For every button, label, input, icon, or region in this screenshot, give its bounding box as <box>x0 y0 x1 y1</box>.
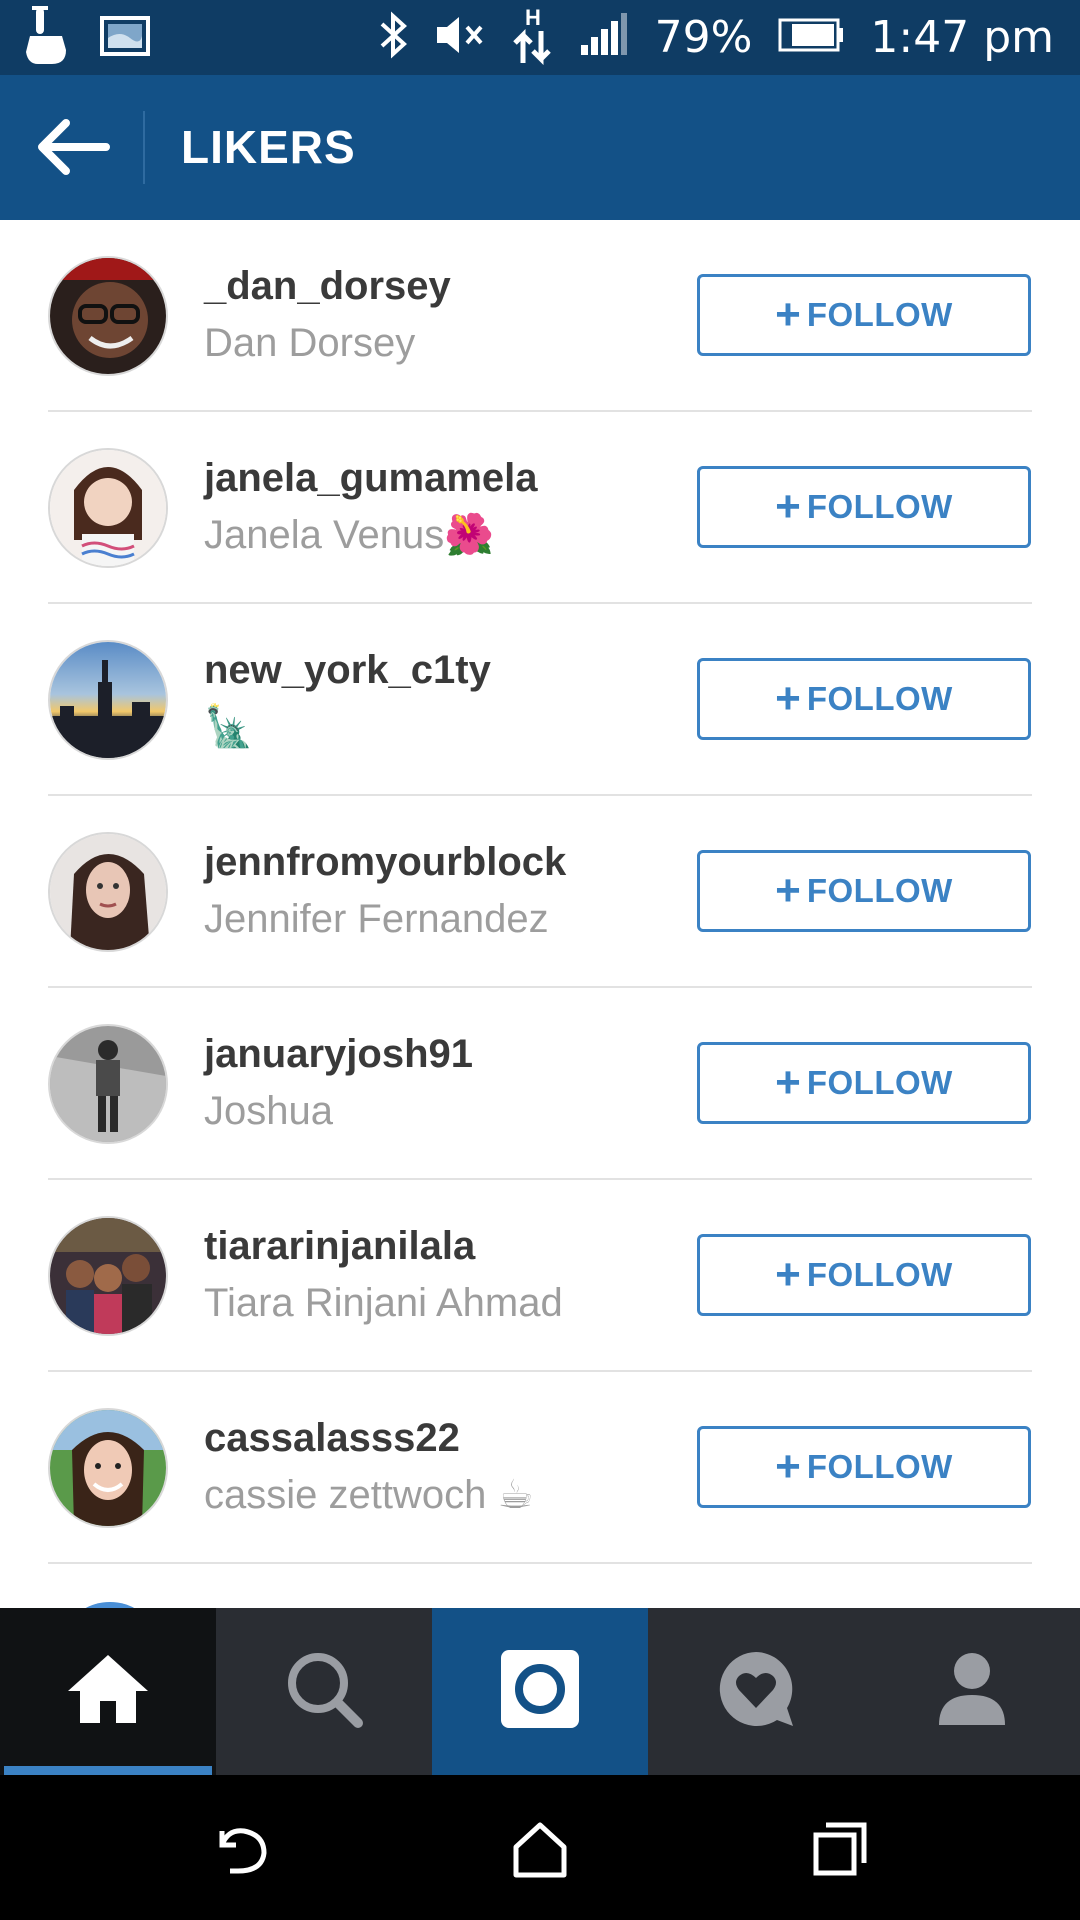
list-item[interactable]: cassalasss22 cassie zettwoch ☕ + FOLLOW <box>0 1372 1080 1564</box>
full-name: Janela Venus🌺 <box>204 513 495 557</box>
plus-icon: + <box>775 290 801 339</box>
follow-button[interactable]: + FOLLOW <box>697 1042 1031 1124</box>
activity-icon <box>715 1648 797 1735</box>
avatar[interactable] <box>48 832 168 952</box>
list-item[interactable]: new_york_c1ty 🗽 + FOLLOW <box>0 604 1080 796</box>
active-tab-indicator <box>4 1766 212 1775</box>
tab-camera[interactable] <box>432 1608 648 1775</box>
avatar[interactable] <box>48 1024 168 1144</box>
plus-icon: + <box>775 1442 801 1491</box>
follow-button[interactable]: + FOLLOW <box>697 466 1031 548</box>
full-name: Joshua <box>204 1089 333 1133</box>
follow-button[interactable]: + FOLLOW <box>697 658 1031 740</box>
plus-icon: + <box>775 674 801 723</box>
system-nav-bar <box>0 1775 1080 1920</box>
bottom-nav <box>0 1608 1080 1775</box>
app-header: LIKERS <box>0 75 1080 220</box>
list-item[interactable]: _dan_dorsey Dan Dorsey + FOLLOW <box>0 220 1080 412</box>
avatar[interactable] <box>48 1408 168 1528</box>
full-name: Jennifer Fernandez <box>204 897 549 941</box>
signal-icon <box>579 13 629 62</box>
username[interactable]: jennfromyourblock <box>204 838 566 886</box>
battery-percent: 79% <box>654 12 753 63</box>
recents-icon <box>808 1822 872 1885</box>
follow-button[interactable]: + FOLLOW <box>697 1426 1031 1508</box>
username[interactable]: cassalasss22 <box>204 1414 460 1462</box>
home-icon <box>66 1651 150 1732</box>
follow-button[interactable]: + FOLLOW <box>697 1234 1031 1316</box>
system-home-button[interactable] <box>508 1817 572 1881</box>
camera-icon <box>501 1650 579 1733</box>
follow-button[interactable]: + FOLLOW <box>697 274 1031 356</box>
list-item[interactable]: jennfromyourblock Jennifer Fernandez + F… <box>0 796 1080 988</box>
arrow-left-icon <box>34 119 110 183</box>
tab-home[interactable] <box>0 1608 216 1775</box>
list-item[interactable]: januaryjosh91 Joshua + FOLLOW <box>0 988 1080 1180</box>
plus-icon: + <box>775 866 801 915</box>
hspa-data-icon: H <box>512 5 553 70</box>
avatar[interactable] <box>48 448 168 568</box>
avatar[interactable] <box>48 640 168 760</box>
follow-button[interactable]: + FOLLOW <box>697 850 1031 932</box>
system-back-button[interactable] <box>208 1817 272 1881</box>
divider <box>48 1562 1032 1564</box>
touch-icon <box>22 5 70 71</box>
search-icon <box>284 1649 364 1734</box>
username[interactable]: new_york_c1ty <box>204 646 491 694</box>
tab-search[interactable] <box>216 1608 432 1775</box>
full-name: Dan Dorsey <box>204 321 416 365</box>
page-title: LIKERS <box>181 121 356 173</box>
plus-icon: + <box>775 482 801 531</box>
full-name: Tiara Rinjani Ahmad <box>204 1281 563 1325</box>
username[interactable]: januaryjosh91 <box>204 1030 473 1078</box>
header-divider <box>143 111 145 184</box>
back-button[interactable] <box>34 115 110 179</box>
plus-icon: + <box>775 1250 801 1299</box>
home-icon <box>508 1822 572 1885</box>
list-item[interactable]: janela_gumamela Janela Venus🌺 + FOLLOW <box>0 412 1080 604</box>
back-icon <box>208 1828 272 1885</box>
avatar[interactable] <box>48 256 168 376</box>
mute-icon <box>435 13 487 62</box>
tab-profile[interactable] <box>864 1608 1080 1775</box>
username[interactable]: janela_gumamela <box>204 454 538 502</box>
battery-icon <box>778 18 844 57</box>
plus-icon: + <box>775 1058 801 1107</box>
system-recents-button[interactable] <box>808 1817 872 1881</box>
profile-icon <box>937 1651 1007 1732</box>
list-item[interactable]: tiararinjanilala Tiara Rinjani Ahmad + F… <box>0 1180 1080 1372</box>
username[interactable]: tiararinjanilala <box>204 1222 475 1270</box>
bluetooth-icon <box>379 10 409 65</box>
clock: 1:47 pm <box>870 12 1054 63</box>
avatar[interactable] <box>48 1216 168 1336</box>
full-name: cassie zettwoch ☕ <box>204 1473 534 1517</box>
full-name: 🗽 <box>204 705 254 749</box>
likers-list[interactable]: _dan_dorsey Dan Dorsey + FOLLOW janela_g… <box>0 220 1080 1564</box>
tab-activity[interactable] <box>648 1608 864 1775</box>
username[interactable]: _dan_dorsey <box>204 262 451 310</box>
svg-text:H: H <box>525 5 541 30</box>
status-bar: H 79% 1:47 pm <box>0 0 1080 75</box>
gallery-icon <box>100 15 150 61</box>
